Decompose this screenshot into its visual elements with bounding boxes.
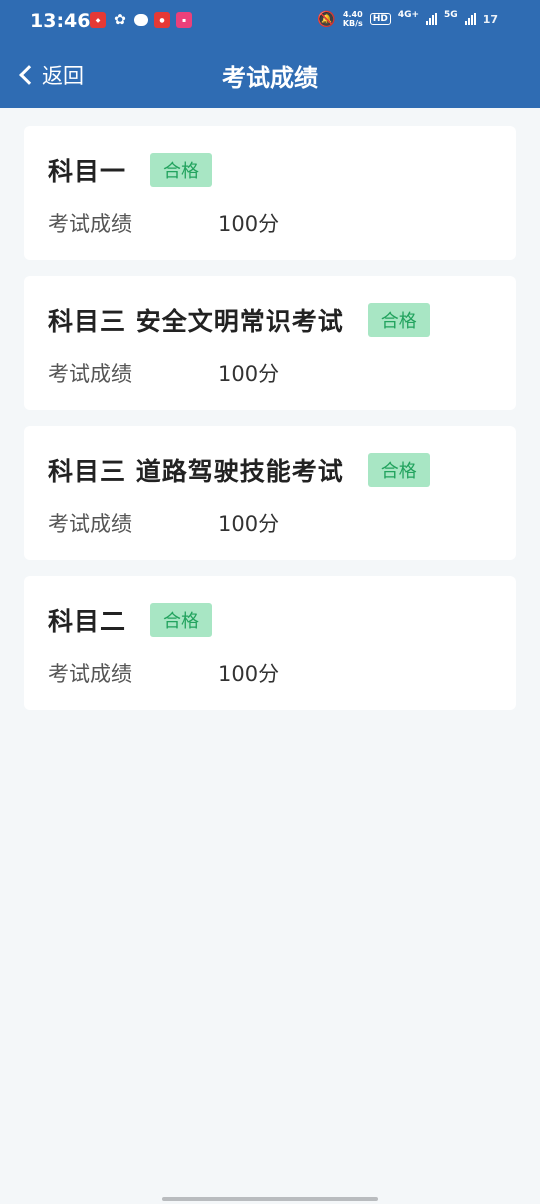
- battery-level: 17: [482, 12, 498, 26]
- card-title-row: 科目三 道路驾驶技能考试 合格: [48, 452, 430, 488]
- score-row: 考试成绩 100分: [48, 508, 279, 538]
- exam-result-card: 科目二 合格 考试成绩 100分: [24, 576, 516, 710]
- exam-result-card: 科目三 道路驾驶技能考试 合格 考试成绩 100分: [24, 426, 516, 560]
- shop-app-icon: ●: [154, 12, 170, 28]
- card-title-row: 科目三 安全文明常识考试 合格: [48, 302, 430, 338]
- score-label: 考试成绩: [48, 362, 132, 386]
- score-row: 考试成绩 100分: [48, 358, 279, 388]
- signal-icon: [426, 13, 438, 25]
- notification-icons: ◆ ✿ ● ▪: [90, 12, 192, 28]
- score-row: 考试成绩 100分: [48, 208, 279, 238]
- card-title-row: 科目一 合格: [48, 152, 213, 188]
- exam-result-card: 科目一 合格 考试成绩 100分: [24, 126, 516, 260]
- status-time: 13:46: [30, 10, 91, 32]
- network-speed: 4.40 KB/s: [343, 10, 363, 28]
- app-header: 13:46 ◆ ✿ ● ▪ 🔕 4.40 KB/s HD 4G+ 5G 17 返…: [0, 0, 540, 108]
- signal-icon-2: [464, 13, 476, 25]
- status-badge: 合格: [150, 603, 213, 637]
- network-type-2: 5G: [444, 10, 458, 20]
- subject-name: 科目三 安全文明常识考试: [48, 307, 344, 336]
- exam-results-list: 科目一 合格 考试成绩 100分 科目三 安全文明常识考试 合格 考试成绩 10…: [24, 126, 516, 726]
- status-badge: 合格: [150, 153, 213, 187]
- nav-bar: 返回 考试成绩: [0, 44, 540, 108]
- card-title-row: 科目二 合格: [48, 602, 213, 638]
- status-bar: 13:46 ◆ ✿ ● ▪ 🔕 4.40 KB/s HD 4G+ 5G 17: [0, 0, 540, 44]
- video-app-icon: ▪: [176, 12, 192, 28]
- status-badge: 合格: [367, 453, 430, 487]
- score-value: 100分: [218, 212, 280, 236]
- app-notification-icon: ◆: [90, 12, 106, 28]
- message-icon: [134, 14, 148, 26]
- score-value: 100分: [218, 662, 280, 686]
- hd-badge: HD: [369, 13, 391, 25]
- mute-bell-icon: 🔕: [317, 10, 336, 28]
- subject-name: 科目三 道路驾驶技能考试: [48, 457, 344, 486]
- score-label: 考试成绩: [48, 662, 132, 686]
- score-label: 考试成绩: [48, 512, 132, 536]
- network-type-1: 4G+: [397, 10, 420, 20]
- exam-result-card: 科目三 安全文明常识考试 合格 考试成绩 100分: [24, 276, 516, 410]
- system-status-icons: 🔕 4.40 KB/s HD 4G+ 5G 17: [317, 10, 498, 28]
- page-title: 考试成绩: [222, 64, 318, 92]
- score-label: 考试成绩: [48, 212, 132, 236]
- subject-name: 科目二: [48, 607, 127, 636]
- score-value: 100分: [218, 362, 280, 386]
- score-value: 100分: [218, 512, 280, 536]
- status-badge: 合格: [367, 303, 430, 337]
- home-indicator[interactable]: [162, 1197, 378, 1201]
- net-speed-value: 4.40: [342, 10, 363, 19]
- subject-name: 科目一: [48, 157, 127, 186]
- net-speed-unit: KB/s: [342, 19, 363, 28]
- wechat-icon: ✿: [114, 12, 126, 28]
- score-row: 考试成绩 100分: [48, 658, 279, 688]
